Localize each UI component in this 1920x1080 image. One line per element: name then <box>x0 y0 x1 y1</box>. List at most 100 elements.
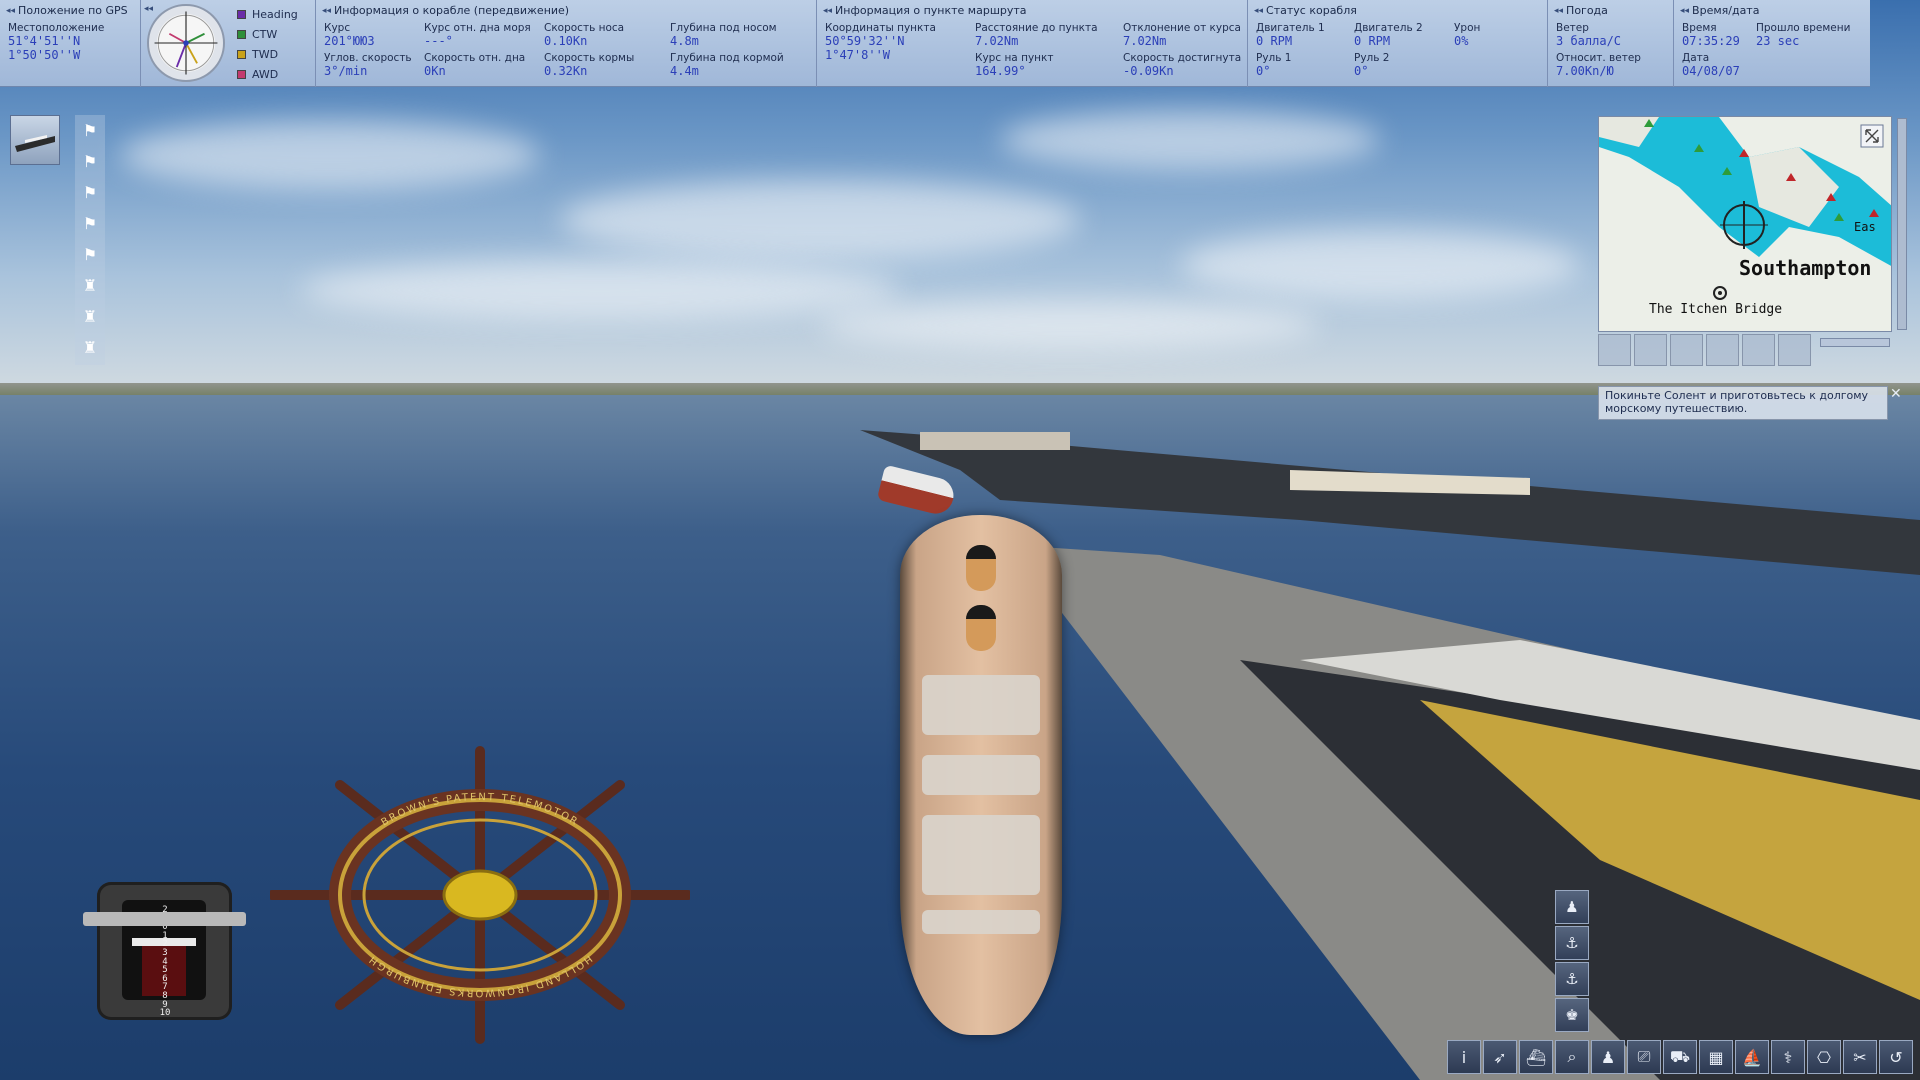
course-value: 201°ЮЮЗ <box>324 34 375 48</box>
steering-wheel[interactable]: BROWN'S PATENT TELEMOTOR HOLLAND IRONWOR… <box>270 745 690 1045</box>
flag-icon[interactable]: ⚑ <box>75 115 105 146</box>
waypoint-title: Информация о пункте маршрута <box>835 4 1027 17</box>
map-bridge-label: The Itchen Bridge <box>1649 302 1782 317</box>
collapse-icon[interactable]: ◂◂ <box>1680 6 1689 16</box>
map-tool-button[interactable] <box>1634 334 1667 366</box>
map-side-label: Eas <box>1854 220 1876 234</box>
hud-top-bar: ◂◂ Положение по GPS Местоположение 51°4'… <box>0 0 1870 87</box>
tools-button[interactable]: ✂ <box>1843 1040 1877 1074</box>
ship-select-button[interactable] <box>10 115 60 165</box>
engine2-value: 0 RPM <box>1354 34 1391 48</box>
map-zoom-slider[interactable] <box>1820 338 1890 347</box>
course-label: Курс <box>324 22 351 34</box>
ship-status-header[interactable]: ◂◂ Статус корабля <box>1254 4 1541 17</box>
elapsed-label: Прошло времени <box>1756 22 1851 34</box>
datetime-header[interactable]: ◂◂ Время/дата <box>1680 4 1864 17</box>
mission-message-text: Покиньте Солент и приготовьтесь к долгом… <box>1605 389 1869 415</box>
cargo-button[interactable]: ▦ <box>1699 1040 1733 1074</box>
course-ground-value: ---° <box>424 34 453 48</box>
ship-info-header[interactable]: ◂◂ Информация о корабле (передвижение) <box>322 4 810 17</box>
gps-longitude: 1°50'50''W <box>8 48 81 62</box>
map-tool-button[interactable] <box>1670 334 1703 366</box>
crew-camera-button[interactable]: ♟ <box>1555 890 1589 924</box>
ship-info-title: Информация о корабле (передвижение) <box>334 4 570 17</box>
waypoint-distance-value: 7.02Nm <box>975 34 1019 48</box>
depth-bow-label: Глубина под носом <box>670 22 777 34</box>
legend-twd: TWD <box>237 48 278 61</box>
rescue-button[interactable]: ⚕ <box>1771 1040 1805 1074</box>
waypoint-longitude: 1°47'8''W <box>825 48 891 62</box>
captain-camera-button[interactable]: ♚ <box>1555 998 1589 1032</box>
map-tool-button[interactable] <box>1742 334 1775 366</box>
crew-icon[interactable]: ♜ <box>75 270 105 301</box>
waypoint-panel: ◂◂ Информация о пункте маршрута Координа… <box>817 0 1248 87</box>
elapsed-value: 23 sec <box>1756 34 1800 48</box>
collapse-icon[interactable]: ◂◂ <box>1554 6 1563 16</box>
flag-icon[interactable]: ⚑ <box>75 177 105 208</box>
engine-telegraph[interactable]: 21012345678910 <box>83 882 246 1020</box>
waypoint-coords-label: Координаты пункта <box>825 22 936 34</box>
damage-value: 0% <box>1454 34 1469 48</box>
speed-ground-value: 0Kn <box>424 64 446 78</box>
map-tool-button[interactable] <box>1778 334 1811 366</box>
map-zoom-scrollbar[interactable] <box>1897 118 1907 330</box>
crew-icon[interactable]: ♜ <box>75 301 105 332</box>
route-button[interactable]: ➶ <box>1483 1040 1517 1074</box>
legend-heading: Heading <box>237 8 298 21</box>
engine2-label: Двигатель 2 <box>1354 22 1423 34</box>
gps-title: Положение по GPS <box>18 4 128 17</box>
collapse-icon[interactable]: ◂◂ <box>322 6 331 16</box>
rudder1-value: 0° <box>1256 64 1271 78</box>
datetime-title: Время/дата <box>1692 4 1760 17</box>
vehicle-button[interactable]: ⛟ <box>1663 1040 1697 1074</box>
minimap[interactable]: Southampton The Itchen Bridge Eas <box>1598 116 1892 332</box>
waypoint-bearing-value: 164.99° <box>975 64 1026 78</box>
info-button[interactable]: i <box>1447 1040 1481 1074</box>
wind-value: 3 балла/С <box>1556 34 1622 48</box>
flag-icon[interactable]: ⚑ <box>75 146 105 177</box>
flag-icon[interactable]: ⚑ <box>75 208 105 239</box>
undo-button[interactable]: ↺ <box>1879 1040 1913 1074</box>
telescope-button[interactable]: ⌕ <box>1555 1040 1589 1074</box>
compass-rose-icon <box>147 4 225 82</box>
docking-button[interactable]: ⎔ <box>1807 1040 1841 1074</box>
map-tool-button[interactable] <box>1598 334 1631 366</box>
stern-speed-value: 0.32Kn <box>544 64 588 78</box>
crew-icon[interactable]: ♜ <box>75 332 105 363</box>
ship-view-button[interactable]: ⛴ <box>1519 1040 1553 1074</box>
collapse-icon[interactable]: ◂◂ <box>823 6 832 16</box>
camera-toolbar: ♟ ⚓ ⚓ ♚ <box>1555 890 1589 1032</box>
weather-title: Погода <box>1566 4 1608 17</box>
time-label: Время <box>1682 22 1717 34</box>
legend-ctw: CTW <box>237 28 277 41</box>
speed-ground-label: Скорость отн. дна <box>424 52 526 64</box>
gps-panel-header[interactable]: ◂◂ Положение по GPS <box>6 4 134 17</box>
stern-speed-label: Скорость кормы <box>544 52 635 64</box>
depth-stern-label: Глубина под кормой <box>670 52 784 64</box>
waypoint-distance-label: Расстояние до пункта <box>975 22 1098 34</box>
course-offset-label: Отклонение от курса <box>1123 22 1241 34</box>
waypoint-bearing-label: Курс на пункт <box>975 52 1054 64</box>
crew-button[interactable]: ♟ <box>1591 1040 1625 1074</box>
player-ship <box>900 515 1062 1035</box>
map-tool-button[interactable] <box>1706 334 1739 366</box>
collapse-icon[interactable]: ◂◂ <box>6 6 15 16</box>
anchor-button[interactable]: ⚓ <box>1555 962 1589 996</box>
speed-reached-label: Скорость достигнута <box>1123 52 1242 64</box>
message-close-icon[interactable]: ✕ <box>1890 386 1910 406</box>
collapse-icon[interactable]: ◂◂ <box>1254 6 1263 16</box>
rudder1-label: Руль 1 <box>1256 52 1292 64</box>
speed-reached-value: -0.09Kn <box>1123 64 1174 78</box>
camera-button[interactable]: ⎚ <box>1627 1040 1661 1074</box>
telegraph-lever[interactable] <box>83 912 246 926</box>
flag-icon[interactable]: ⚑ <box>75 239 105 270</box>
weather-header[interactable]: ◂◂ Погода <box>1554 4 1667 17</box>
waypoint-header[interactable]: ◂◂ Информация о пункте маршрута <box>823 4 1241 17</box>
weather-panel: ◂◂ Погода Ветер 3 балла/С Относит. ветер… <box>1548 0 1674 87</box>
stabilizer-button[interactable]: ⛵ <box>1735 1040 1769 1074</box>
bow-speed-label: Скорость носа <box>544 22 625 34</box>
collapse-icon[interactable]: ◂◂ <box>144 4 153 14</box>
deck-camera-button[interactable]: ⚓ <box>1555 926 1589 960</box>
ship-info-panel: ◂◂ Информация о корабле (передвижение) К… <box>316 0 817 87</box>
gps-location-label: Местоположение <box>8 22 105 34</box>
